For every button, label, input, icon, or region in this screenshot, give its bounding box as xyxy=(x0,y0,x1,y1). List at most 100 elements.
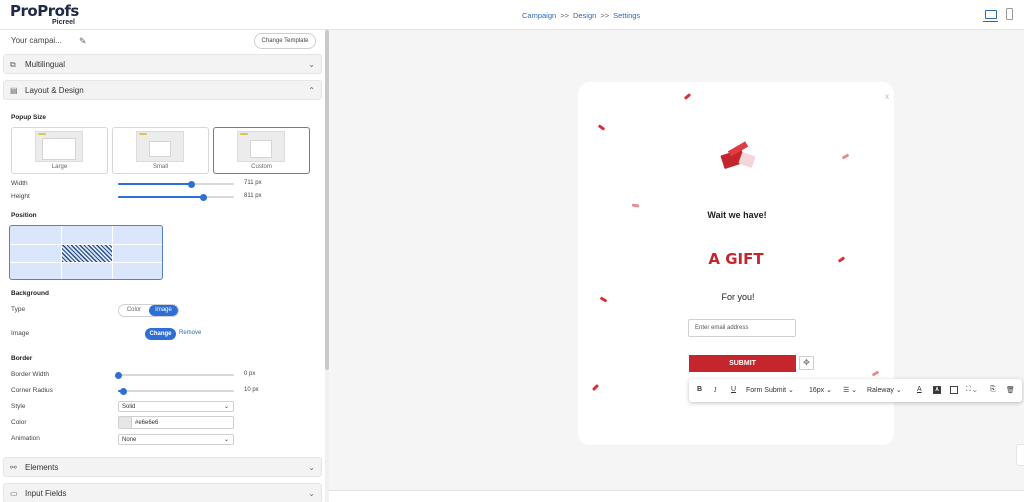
size-option-small[interactable]: Small xyxy=(112,127,209,174)
change-template-button[interactable]: Change Template xyxy=(254,33,316,49)
height-value: 811 px xyxy=(244,193,262,199)
animation-select[interactable]: None ⌄ xyxy=(118,434,234,445)
border-width-slider[interactable] xyxy=(114,371,234,379)
color-swatch[interactable] xyxy=(119,417,132,428)
select-value: None xyxy=(122,436,137,443)
gift-icon xyxy=(718,140,764,176)
select-value: Solid xyxy=(122,403,136,410)
underline-button[interactable]: U xyxy=(731,386,736,393)
background-type-toggle[interactable]: Color Image xyxy=(118,304,179,317)
border-title: Border xyxy=(11,355,33,362)
popup-email-input[interactable]: Enter email address xyxy=(688,319,796,337)
section-multilingual[interactable]: ⧉ Multilingual ⌄ xyxy=(3,54,322,74)
popup-heading[interactable]: Wait we have! xyxy=(707,210,767,220)
desktop-icon[interactable] xyxy=(983,10,998,22)
slider-handle[interactable] xyxy=(200,193,208,201)
breadcrumb: Campaign >> Design >> Settings xyxy=(522,11,640,20)
size-option-large[interactable]: Large xyxy=(11,127,108,174)
close-icon[interactable]: x xyxy=(885,92,889,101)
preview-thumbnail xyxy=(237,131,285,162)
border-style-select[interactable]: Solid ⌄ xyxy=(118,401,234,412)
section-elements[interactable]: ⚯ Elements ⌄ xyxy=(3,457,322,477)
layout-icon: ▤ xyxy=(10,86,18,95)
logo-subtitle: Picreel xyxy=(52,19,75,26)
highlight-color-icon[interactable]: A xyxy=(933,386,941,394)
size-option-custom[interactable]: Custom xyxy=(213,127,310,174)
type-image-option[interactable]: Image xyxy=(149,305,178,316)
breadcrumb-separator: >> xyxy=(600,11,610,20)
move-icon[interactable]: ✥ xyxy=(799,356,814,370)
position-title: Position xyxy=(11,212,37,219)
settings-panel: Your campai... ✎ Change Template ⧉ Multi… xyxy=(0,30,329,502)
align-icon: ☰ xyxy=(843,387,850,394)
text-format-toolbar: B I U Form Submit ⌄ 16px ⌄ ☰ ⌄ Raleway ⌄… xyxy=(689,379,1022,402)
fullscreen-icon[interactable]: ⛶ ⌄ xyxy=(966,386,977,394)
mobile-icon[interactable] xyxy=(1006,8,1013,20)
align-select[interactable]: ☰ ⌄ xyxy=(843,386,857,394)
border-color-field[interactable]: #e6e6e6 xyxy=(118,416,234,429)
campaign-name-row: Your campai... ✎ Change Template xyxy=(0,30,325,52)
breadcrumb-settings[interactable]: Settings xyxy=(613,11,640,20)
width-slider[interactable] xyxy=(118,180,234,188)
style-label: Style xyxy=(11,403,26,410)
slider-handle[interactable] xyxy=(120,387,128,395)
copy-icon[interactable]: ⎘ xyxy=(990,386,996,394)
section-label: Multilingual xyxy=(25,60,66,69)
popup-submit-button[interactable]: SUBMIT xyxy=(689,355,796,372)
background-title: Background xyxy=(11,290,49,297)
element-select[interactable]: Form Submit ⌄ xyxy=(746,386,794,394)
top-bar: ProProfs Picreel Campaign >> Design >> Setti… xyxy=(0,0,1024,30)
italic-button[interactable]: I xyxy=(714,386,716,394)
section-label: Input Fields xyxy=(25,489,67,498)
bold-button[interactable]: B xyxy=(697,386,702,393)
logo[interactable]: ProProfs Picreel xyxy=(10,2,79,27)
corner-radius-label: Corner Radius xyxy=(11,387,53,394)
slider-handle[interactable] xyxy=(187,180,195,188)
popup-headline[interactable]: A GIFT xyxy=(708,250,764,268)
height-slider[interactable] xyxy=(118,193,234,201)
breadcrumb-separator: >> xyxy=(560,11,569,20)
breadcrumb-campaign[interactable]: Campaign xyxy=(522,11,556,20)
width-label: Width xyxy=(11,180,28,187)
chevron-down-icon: ⌄ xyxy=(308,489,315,498)
campaign-name[interactable]: Your campai... xyxy=(11,36,62,45)
side-panel-handle[interactable] xyxy=(1016,444,1024,466)
delete-icon[interactable]: 🗑 xyxy=(1006,386,1015,394)
remove-image-link[interactable]: Remove xyxy=(179,330,201,336)
section-label: Layout & Design xyxy=(25,86,84,95)
popup-subtext[interactable]: For you! xyxy=(716,292,760,302)
size-option-label: Small xyxy=(152,164,168,170)
change-image-button[interactable]: Change xyxy=(145,328,176,340)
color-label: Color xyxy=(11,419,27,426)
corner-radius-value: 10 px xyxy=(244,387,259,393)
image-icon[interactable] xyxy=(950,386,958,394)
elements-icon: ⚯ xyxy=(10,463,17,472)
pencil-icon[interactable]: ✎ xyxy=(79,36,87,47)
email-placeholder: Enter email address xyxy=(695,325,749,331)
chevron-down-icon: ⌄ xyxy=(223,404,229,410)
image-label: Image xyxy=(11,330,30,337)
canvas-footer xyxy=(329,490,1024,502)
section-label: Elements xyxy=(25,463,59,472)
section-layout-design[interactable]: ▤ Layout & Design ⌃ xyxy=(3,80,322,100)
size-option-label: Custom xyxy=(251,164,272,170)
position-grid[interactable] xyxy=(9,225,163,280)
font-size-select[interactable]: 16px ⌄ xyxy=(809,386,832,394)
slider-handle[interactable] xyxy=(114,371,122,379)
font-family-select[interactable]: Raleway ⌄ xyxy=(867,386,902,394)
chevron-down-icon: ⌄ xyxy=(308,60,315,69)
type-label: Type xyxy=(11,306,26,313)
breadcrumb-design[interactable]: Design xyxy=(573,11,596,20)
height-label: Height xyxy=(11,193,30,200)
popup-size-title: Popup Size xyxy=(11,114,47,121)
animation-label: Animation xyxy=(11,435,40,442)
type-color-option[interactable]: Color xyxy=(119,305,149,316)
corner-radius-slider[interactable] xyxy=(118,387,234,395)
section-input-fields[interactable]: ▭ Input Fields ⌄ xyxy=(3,483,322,502)
logo-text: ProProfs xyxy=(10,2,79,20)
color-value: #e6e6e6 xyxy=(135,419,159,426)
text-color-icon[interactable]: A xyxy=(917,386,922,393)
width-value: 711 px xyxy=(244,180,262,186)
position-cell-center[interactable] xyxy=(62,245,112,262)
preview-thumbnail xyxy=(35,131,83,162)
